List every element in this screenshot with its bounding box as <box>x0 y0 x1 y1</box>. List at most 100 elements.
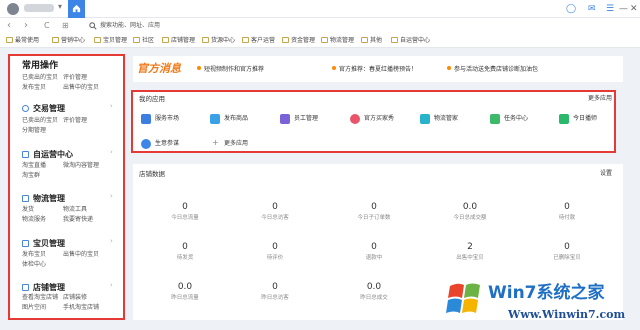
app-label[interactable]: 任务中心 <box>504 115 528 123</box>
stat-value: 0 <box>272 282 278 292</box>
stat-label: 昨日总访客 <box>261 295 289 301</box>
self-operation-icon <box>22 151 29 158</box>
chevron-right-icon: › <box>110 281 113 289</box>
back-button[interactable]: ‹ <box>7 20 11 32</box>
notice-link[interactable]: 短视频制作和官方推荐 <box>197 66 264 74</box>
stat-label: 今日子订单数 <box>357 215 391 221</box>
section-title-trade[interactable]: 交易管理 <box>33 103 65 114</box>
chevron-right-icon: › <box>110 192 113 200</box>
logistics-manager-icon[interactable] <box>420 114 430 124</box>
app-label[interactable]: 更多应用 <box>224 140 248 148</box>
sidebar-link[interactable]: 我要寄快递 <box>63 215 93 224</box>
bookmark-item[interactable]: 其他 <box>361 36 382 46</box>
menu-icon[interactable]: ☰ <box>606 3 614 15</box>
stat-value: 2 <box>467 242 473 252</box>
app-label[interactable]: 服务市场 <box>155 115 179 123</box>
sidebar-link[interactable]: 发货 <box>22 205 34 214</box>
official-notice-label: 官方消息 <box>137 62 181 75</box>
sidebar-link[interactable]: 评价管理 <box>63 116 87 125</box>
account-dropdown-icon[interactable]: ▾ <box>58 2 62 11</box>
minimize-button[interactable]: — <box>619 3 628 15</box>
refresh-button[interactable]: C <box>44 20 50 32</box>
truck-icon <box>22 195 29 202</box>
sidebar-link[interactable]: 发布宝贝 <box>22 250 46 259</box>
title-bar <box>0 0 640 18</box>
stat-label: 今日总流量 <box>171 215 199 221</box>
bookmark-item[interactable]: 社区 <box>133 36 154 46</box>
sidebar-link[interactable]: 淘宝直播 <box>22 161 46 170</box>
bookmark-item[interactable]: 客户运营 <box>242 36 275 46</box>
stat-value: 0.0 <box>177 282 193 292</box>
today-icon[interactable] <box>559 114 569 124</box>
sidebar-link[interactable]: 微淘内容管理 <box>63 161 99 170</box>
help-icon[interactable]: ◯ <box>566 3 576 15</box>
chevron-right-icon: › <box>110 102 113 110</box>
sidebar-menu <box>8 54 125 320</box>
apps-grid-icon[interactable]: ⊞ <box>62 20 69 32</box>
app-label[interactable]: 发布商品 <box>224 115 248 123</box>
staff-icon[interactable] <box>280 114 290 124</box>
sidebar-link[interactable]: 淘宝群 <box>22 171 40 180</box>
app-label[interactable]: 生意参谋 <box>155 140 179 148</box>
folder-icon <box>361 37 368 43</box>
service-market-icon[interactable] <box>141 114 151 124</box>
sidebar-link[interactable]: 手机淘宝店铺 <box>63 303 99 312</box>
bookmark-item[interactable]: 店铺管理 <box>162 36 195 46</box>
sidebar-link[interactable]: 体检中心 <box>22 260 46 269</box>
sidebar-link[interactable]: 已卖出的宝贝 <box>22 116 58 125</box>
sidebar-link[interactable]: 出售中的宝贝 <box>63 83 99 92</box>
folder-icon <box>162 37 169 43</box>
section-title-self-operation[interactable]: 自运营中心 <box>33 149 73 160</box>
section-title-logistics[interactable]: 物流管理 <box>33 193 65 204</box>
stat-value: 0 <box>371 242 377 252</box>
home-icon <box>72 4 81 13</box>
app-label[interactable]: 官方买家秀 <box>364 115 394 123</box>
app-label[interactable]: 员工管理 <box>294 115 318 123</box>
bookmark-item[interactable]: 营销中心 <box>52 36 85 46</box>
close-button[interactable]: ✕ <box>630 3 638 15</box>
folder-icon <box>202 37 209 43</box>
message-icon[interactable]: ✉ <box>588 3 596 15</box>
stat-value: 0.0 <box>462 202 478 212</box>
section-title-items[interactable]: 宝贝管理 <box>33 238 65 249</box>
stat-value: 0.0 <box>366 282 382 292</box>
bookmark-item[interactable]: 自运营中心 <box>391 36 430 46</box>
settings-link[interactable]: 设置 <box>600 170 612 178</box>
app-label[interactable]: 今日播师 <box>573 115 597 123</box>
sidebar-link[interactable]: 出售中的宝贝 <box>63 250 99 259</box>
business-advisor-icon[interactable] <box>141 139 151 149</box>
stat-value: 0 <box>564 242 570 252</box>
bookmark-item[interactable]: 货源中心 <box>202 36 235 46</box>
buyer-show-icon[interactable] <box>350 114 360 124</box>
home-tab[interactable] <box>68 0 85 18</box>
notice-link[interactable]: 参与活动送免费店铺诊断加油包 <box>447 66 538 74</box>
app-label[interactable]: 物流管家 <box>434 115 458 123</box>
sidebar-link[interactable]: 发布宝贝 <box>22 83 46 92</box>
sidebar-link[interactable]: 物流服务 <box>22 215 46 224</box>
search-icon <box>89 22 97 30</box>
sidebar-link[interactable]: 分期管理 <box>22 126 46 135</box>
sidebar-link[interactable]: 图片空间 <box>22 303 46 312</box>
bookmark-item[interactable]: 宝贝管理 <box>94 36 127 46</box>
bookmark-item[interactable]: 最常使用 <box>6 36 39 46</box>
my-apps-title: 我的应用 <box>139 95 165 103</box>
bookmark-item[interactable]: 物流管理 <box>321 36 354 46</box>
sidebar-link[interactable]: 评价管理 <box>63 73 87 82</box>
search-placeholder: 搜索功能、网址、应用 <box>100 22 161 29</box>
bullet-icon <box>332 66 336 70</box>
notice-link[interactable]: 官方推荐：春夏红播榜预告！ <box>332 66 417 74</box>
forward-button[interactable]: › <box>24 20 28 32</box>
sidebar-link[interactable]: 店铺装修 <box>63 293 87 302</box>
folder-icon <box>52 37 59 43</box>
section-title-store[interactable]: 店铺管理 <box>33 282 65 293</box>
sidebar-link[interactable]: 已卖出的宝贝 <box>22 73 58 82</box>
more-apps-link[interactable]: 更多应用 <box>588 95 612 103</box>
avatar[interactable] <box>7 3 19 15</box>
publish-item-icon[interactable] <box>210 114 220 124</box>
sidebar-link[interactable]: 查看淘宝店铺 <box>22 293 58 302</box>
bookmark-item[interactable]: 资金管理 <box>282 36 315 46</box>
stat-label: 今日总成交额 <box>453 215 487 221</box>
task-center-icon[interactable] <box>490 114 500 124</box>
plus-icon[interactable]: + <box>212 139 219 147</box>
sidebar-link[interactable]: 物流工具 <box>63 205 87 214</box>
